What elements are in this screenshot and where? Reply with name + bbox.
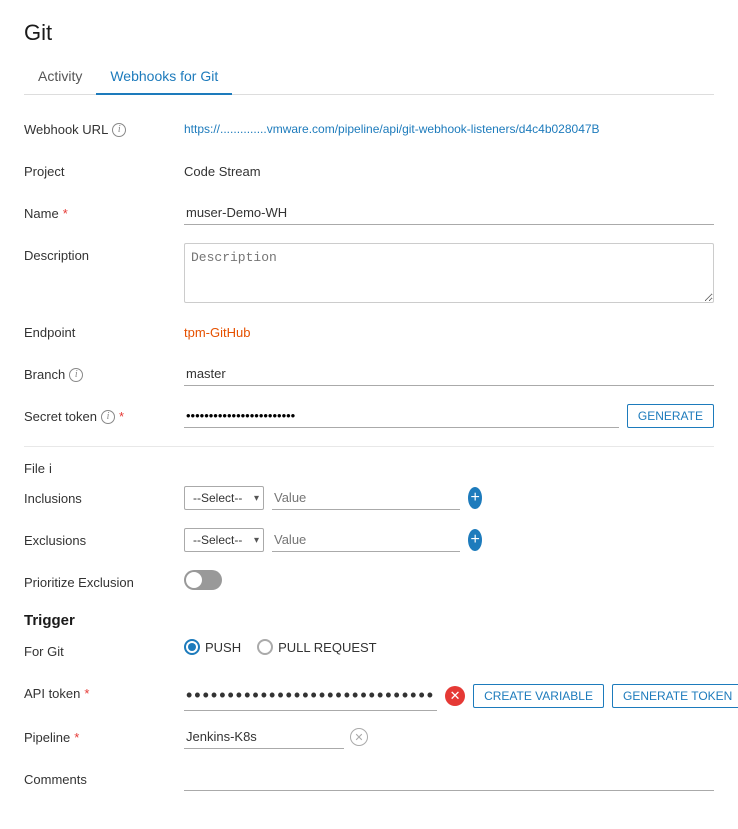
pipeline-required: * — [74, 730, 79, 745]
secret-token-input-wrapper — [184, 404, 619, 428]
comments-input[interactable] — [184, 767, 714, 791]
exclusions-add-button[interactable]: + — [468, 529, 482, 551]
name-row: Name * — [24, 201, 714, 229]
comments-label: Comments — [24, 767, 184, 787]
push-radio-circle — [184, 639, 200, 655]
secret-token-label: Secret token i * — [24, 404, 184, 424]
comments-input-wrapper — [184, 767, 714, 791]
api-token-required: * — [84, 686, 89, 701]
prioritize-label: Prioritize Exclusion — [24, 570, 184, 590]
for-git-label: For Git — [24, 639, 184, 659]
create-variable-button[interactable]: CREATE VARIABLE — [473, 684, 604, 708]
project-row: Project Code Stream — [24, 159, 714, 187]
file-section: File i Inclusions --Select-- ▾ + — [24, 461, 714, 598]
secret-token-input[interactable] — [184, 404, 619, 428]
name-required: * — [63, 206, 68, 221]
exclusions-select-wrapper: --Select-- ▾ — [184, 528, 264, 552]
inclusions-controls: --Select-- ▾ + — [184, 486, 482, 510]
pull-request-label: PULL REQUEST — [278, 640, 377, 655]
webhook-url-value: https://..............vmware.com/pipelin… — [184, 117, 714, 136]
endpoint-label: Endpoint — [24, 320, 184, 340]
branch-input[interactable] — [184, 362, 714, 386]
name-input[interactable] — [184, 201, 714, 225]
divider-1 — [24, 446, 714, 447]
endpoint-row: Endpoint tpm-GitHub — [24, 320, 714, 348]
inclusions-value-input[interactable] — [272, 486, 460, 510]
pipeline-input[interactable] — [184, 725, 344, 749]
push-label: PUSH — [205, 640, 241, 655]
webhook-form: Webhook URL i https://..............vmwa… — [24, 117, 714, 795]
description-textarea[interactable] — [184, 243, 714, 303]
api-token-clear-button[interactable]: ✕ — [445, 686, 465, 706]
secret-token-input-area: GENERATE — [184, 404, 714, 428]
comments-row: Comments — [24, 767, 714, 795]
inclusions-select[interactable]: --Select-- — [184, 486, 264, 510]
branch-row: Branch i — [24, 362, 714, 390]
tab-webhooks[interactable]: Webhooks for Git — [96, 60, 232, 94]
branch-label: Branch i — [24, 362, 184, 382]
page-title: Git — [24, 20, 714, 46]
webhook-url-info-icon[interactable]: i — [112, 123, 126, 137]
file-info-icon[interactable]: i — [49, 461, 52, 476]
exclusions-select[interactable]: --Select-- — [184, 528, 264, 552]
pipeline-clear-button[interactable]: ✕ — [350, 728, 368, 746]
inclusions-select-wrapper: --Select-- ▾ — [184, 486, 264, 510]
api-token-value: •••••••••••••••••••••••••••••• — [184, 681, 437, 711]
description-row: Description — [24, 243, 714, 306]
description-input-wrapper — [184, 243, 714, 306]
project-value: Code Stream — [184, 159, 714, 179]
branch-input-wrapper — [184, 362, 714, 386]
for-git-row: For Git PUSH PULL REQUEST — [24, 639, 714, 667]
inclusions-label: Inclusions — [24, 486, 184, 506]
secret-token-required: * — [119, 409, 124, 424]
generate-button[interactable]: GENERATE — [627, 404, 714, 428]
description-label: Description — [24, 243, 184, 263]
webhook-url-row: Webhook URL i https://..............vmwa… — [24, 117, 714, 145]
branch-info-icon[interactable]: i — [69, 368, 83, 382]
name-input-wrapper — [184, 201, 714, 225]
pipeline-label: Pipeline * — [24, 725, 184, 745]
secret-token-info-icon[interactable]: i — [101, 410, 115, 424]
prioritize-row: Prioritize Exclusion — [24, 570, 714, 598]
exclusions-value-input[interactable] — [272, 528, 460, 552]
api-token-controls: •••••••••••••••••••••••••••••• ✕ CREATE … — [184, 681, 738, 711]
api-token-label: API token * — [24, 681, 184, 701]
pipeline-input-area: ✕ — [184, 725, 368, 749]
secret-token-row: Secret token i * GENERATE — [24, 404, 714, 432]
tab-activity[interactable]: Activity — [24, 60, 96, 94]
exclusions-controls: --Select-- ▾ + — [184, 528, 482, 552]
trigger-title: Trigger — [24, 612, 714, 629]
exclusions-row: Exclusions --Select-- ▾ + — [24, 528, 714, 556]
for-git-radio-group: PUSH PULL REQUEST — [184, 639, 377, 655]
endpoint-value[interactable]: tpm-GitHub — [184, 320, 714, 340]
api-token-row: API token * ••••••••••••••••••••••••••••… — [24, 681, 714, 711]
name-label: Name * — [24, 201, 184, 221]
exclusions-label: Exclusions — [24, 528, 184, 548]
toggle-knob — [186, 572, 202, 588]
prioritize-toggle[interactable] — [184, 570, 222, 590]
generate-token-button[interactable]: GENERATE TOKEN — [612, 684, 738, 708]
inclusions-row: Inclusions --Select-- ▾ + — [24, 486, 714, 514]
pull-request-radio[interactable]: PULL REQUEST — [257, 639, 377, 655]
push-radio[interactable]: PUSH — [184, 639, 241, 655]
tabs-bar: Activity Webhooks for Git — [24, 60, 714, 95]
file-section-title: File i — [24, 461, 714, 476]
trigger-section: Trigger For Git PUSH PULL REQUEST — [24, 612, 714, 795]
pull-request-radio-circle — [257, 639, 273, 655]
inclusions-add-button[interactable]: + — [468, 487, 482, 509]
webhook-url-label: Webhook URL i — [24, 117, 184, 137]
project-label: Project — [24, 159, 184, 179]
pipeline-row: Pipeline * ✕ — [24, 725, 714, 753]
